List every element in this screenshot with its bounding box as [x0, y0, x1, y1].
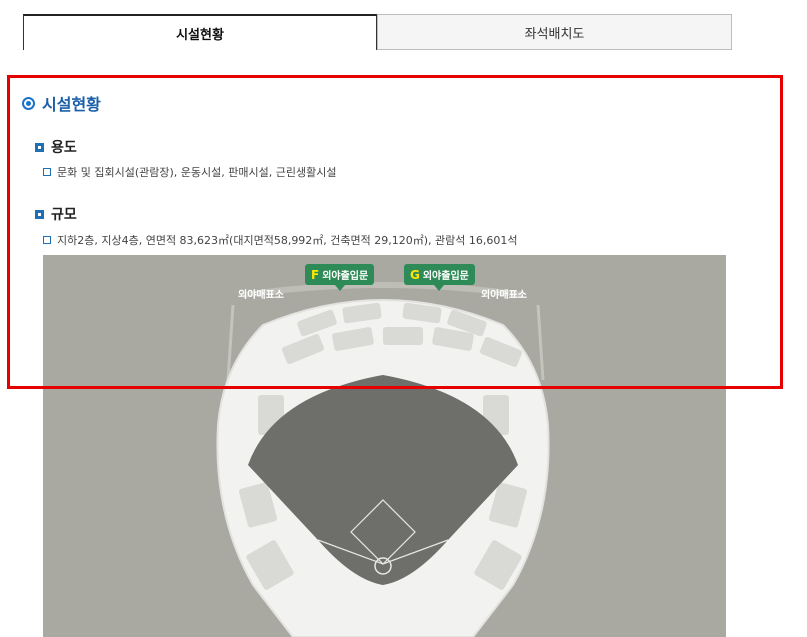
gate-g-letter: G [410, 267, 420, 282]
scale-heading: 규모 [35, 204, 77, 224]
gate-f-marker[interactable]: F 외야출입문 [305, 264, 375, 291]
stadium-map: F 외야출입문 G 외야출입문 외야매표소 외야매표소 [43, 255, 726, 637]
gate-g-label: 외야출입문 [422, 271, 469, 282]
radio-bullet-icon [22, 96, 35, 110]
square-bullet-icon [35, 209, 44, 219]
square-bullet-icon [35, 142, 44, 152]
box-bullet-icon [43, 168, 51, 176]
scale-item: 지하2층, 지상4층, 연면적 83,623㎡(대지면적58,992㎡, 건축면… [43, 232, 518, 248]
tab-seat-map[interactable]: 좌석배치도 [377, 14, 732, 50]
usage-item: 문화 및 집회시설(관람장), 운동시설, 판매시설, 근린생활시설 [43, 164, 336, 180]
scale-heading-text: 규모 [51, 207, 77, 223]
usage-heading: 용도 [35, 137, 77, 157]
section-title-text: 시설현황 [42, 95, 101, 114]
ticket-office-left: 외야매표소 [238, 290, 284, 301]
gate-f-label: 외야출입문 [322, 271, 369, 282]
usage-text: 문화 및 집회시설(관람장), 운동시설, 판매시설, 근린생활시설 [57, 166, 337, 179]
scale-text: 지하2층, 지상4층, 연면적 83,623㎡(대지면적58,992㎡, 건축면… [57, 234, 518, 247]
stadium-map-graphic [216, 282, 550, 637]
ticket-office-right: 외야매표소 [481, 290, 527, 301]
usage-heading-text: 용도 [51, 140, 77, 156]
box-bullet-icon [43, 236, 51, 244]
gate-f-letter: F [311, 267, 320, 282]
gate-g-marker[interactable]: G 외야출입문 [404, 264, 475, 291]
tab-bar: 시설현황 좌석배치도 [23, 14, 732, 50]
section-title: 시설현황 [22, 91, 101, 115]
tab-facility-status[interactable]: 시설현황 [23, 14, 377, 50]
